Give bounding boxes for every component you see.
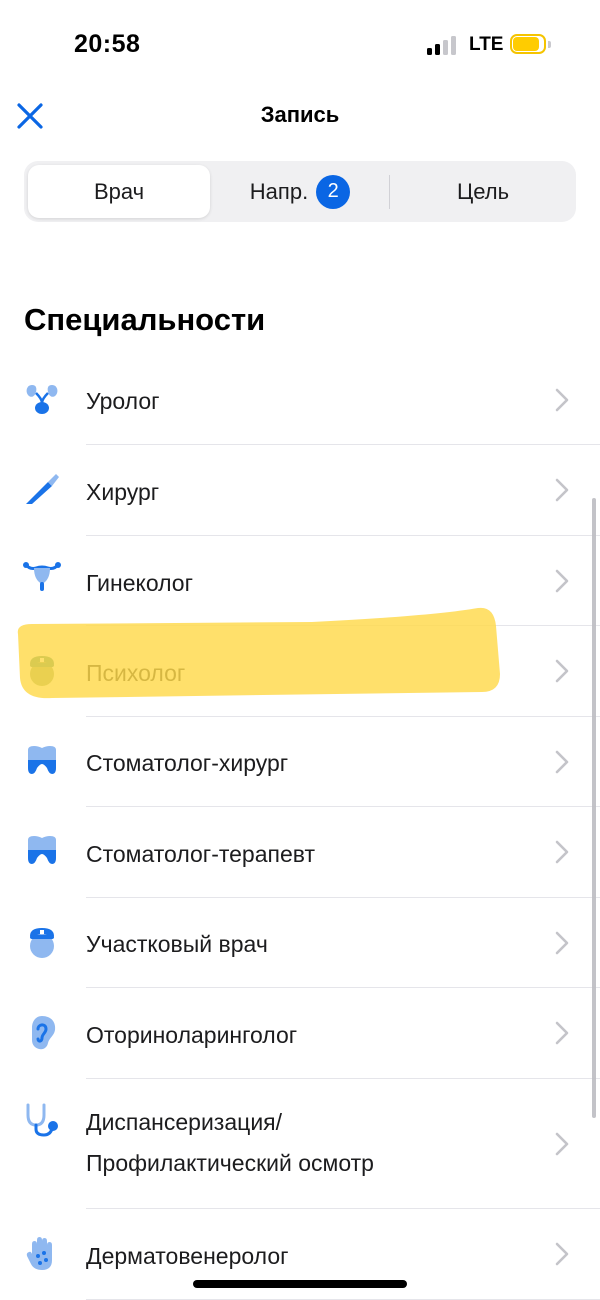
scrollbar[interactable] — [592, 498, 596, 1118]
home-indicator[interactable] — [193, 1280, 407, 1288]
chevron-right-icon — [555, 1021, 569, 1045]
ear-icon — [32, 1016, 56, 1050]
chevron-right-icon — [555, 840, 569, 864]
specialty-item-urologist[interactable]: Уролог — [0, 355, 600, 445]
specialty-label: Участковый врач — [86, 931, 268, 957]
scalpel-icon — [26, 474, 59, 504]
page-title: Запись — [260, 102, 340, 127]
segment-purpose-label: Цель — [456, 178, 510, 204]
chevron-right-icon — [555, 659, 569, 683]
specialty-item-dental-surgeon[interactable]: Стоматолог-хирург — [0, 717, 600, 807]
segmented-control: Врач Напр. 2 Цель — [24, 161, 576, 222]
specialty-label: Дерматовенеролог — [86, 1243, 289, 1269]
tooth-icon — [28, 746, 56, 774]
chevron-right-icon — [555, 388, 569, 412]
specialty-label: Стоматолог-хирург — [86, 750, 289, 776]
specialty-item-district-doctor[interactable]: Участковый врач — [0, 898, 600, 988]
chevron-right-icon — [555, 750, 569, 774]
close-button[interactable] — [14, 100, 46, 132]
doctor-face-icon — [30, 656, 54, 686]
specialty-label: Стоматолог-терапевт — [86, 841, 316, 867]
specialty-item-ent[interactable]: Оториноларинголог — [0, 988, 600, 1079]
chevron-right-icon — [555, 1132, 569, 1156]
specialty-label: Хирург — [86, 479, 160, 505]
segment-referrals-label: Напр. — [249, 178, 309, 204]
specialty-label: Оториноларинголог — [86, 1022, 298, 1048]
specialty-item-surgeon[interactable]: Хирург — [0, 445, 600, 536]
specialty-label: Уролог — [86, 388, 160, 414]
specialty-item-psychologist[interactable]: Психолог — [0, 626, 600, 717]
segment-doctor[interactable]: Врач — [28, 161, 210, 222]
segment-referrals[interactable]: Напр. 2 — [210, 161, 390, 222]
stethoscope-icon — [26, 1103, 58, 1137]
chevron-right-icon — [555, 478, 569, 502]
specialty-item-checkup[interactable]: Диспансеризация/ Профилактический осмотр — [0, 1079, 600, 1209]
specialty-label: Гинеколог — [86, 570, 193, 596]
chevron-right-icon — [555, 1242, 569, 1266]
battery-icon — [510, 34, 552, 56]
segment-doctor-label: Врач — [93, 178, 145, 204]
hand-icon — [26, 1237, 52, 1270]
status-bar: 20:58 LTE — [0, 0, 600, 90]
status-time: 20:58 — [74, 30, 141, 58]
signal-icon — [427, 35, 459, 55]
close-icon — [17, 103, 43, 129]
doctor-face-icon — [30, 928, 54, 958]
specialty-item-gynecologist[interactable]: Гинеколог — [0, 536, 600, 626]
screen: 20:58 LTE Запись Врач Напр. 2 Цель Специ… — [0, 0, 600, 1300]
segment-purpose[interactable]: Цель — [390, 161, 576, 222]
section-title: Специальности — [24, 302, 266, 337]
specialty-label-line2: Профилактический осмотр — [86, 1150, 374, 1176]
specialty-item-dental-therapist[interactable]: Стоматолог-терапевт — [0, 807, 600, 898]
tooth-icon — [28, 836, 56, 864]
chevron-right-icon — [555, 931, 569, 955]
uterus-icon — [23, 562, 61, 591]
kidney-icon — [26, 385, 58, 414]
network-label: LTE — [469, 34, 504, 55]
specialty-label-line1: Диспансеризация/ — [86, 1109, 283, 1135]
referrals-count-badge: 2 — [316, 174, 351, 209]
chevron-right-icon — [555, 569, 569, 593]
specialty-label: Психолог — [86, 660, 186, 686]
